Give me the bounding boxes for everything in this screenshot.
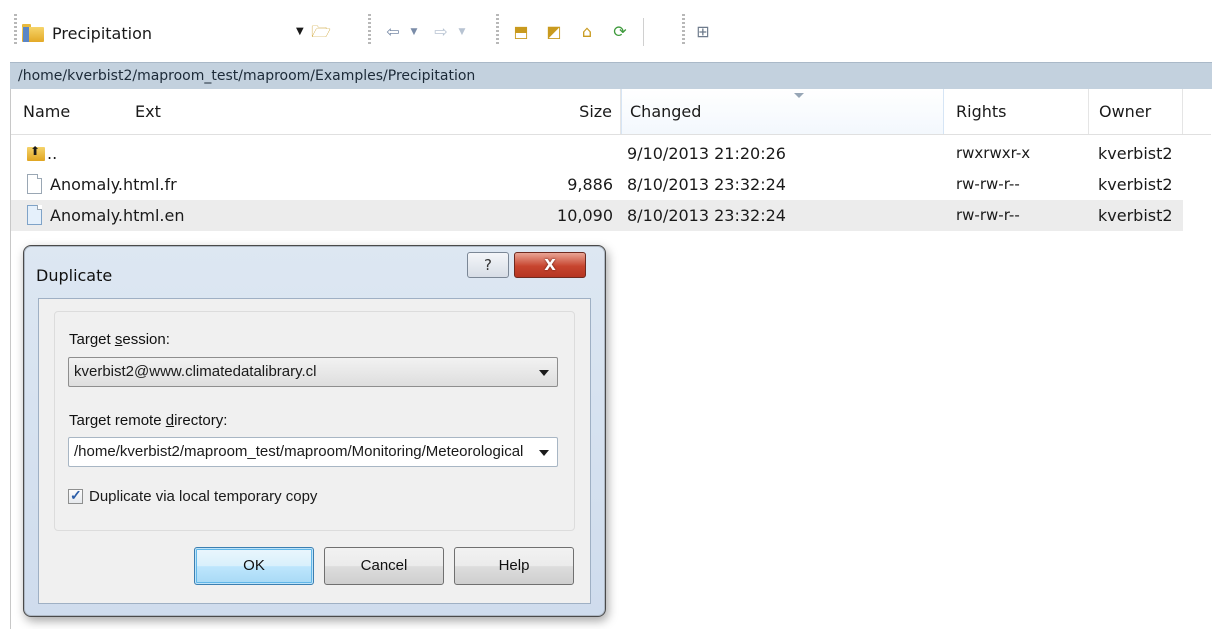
local-copy-label: Duplicate via local temporary copy xyxy=(89,487,318,505)
chevron-down-icon[interactable] xyxy=(539,370,549,376)
local-copy-checkbox[interactable] xyxy=(68,487,83,504)
file-name-cell: Anomaly.html.en xyxy=(27,200,185,231)
refresh-icon[interactable]: ⟳ xyxy=(609,22,631,42)
file-changed: 9/10/2013 21:20:26 xyxy=(627,144,786,163)
parent-folder-icon xyxy=(27,143,45,161)
duplicate-dialog: Duplicate ? X Target session: kverbist2@… xyxy=(23,245,606,617)
cancel-button[interactable]: Cancel xyxy=(324,547,444,585)
chevron-down-icon[interactable] xyxy=(539,450,549,456)
toolbar-grip-2[interactable] xyxy=(368,14,371,44)
folder-icon xyxy=(22,24,44,42)
file-changed: 8/10/2013 23:32:24 xyxy=(627,175,786,194)
file-size xyxy=(511,138,613,169)
target-directory-label: Target remote directory: xyxy=(69,412,228,429)
parent-dir-icon[interactable]: ⬒ xyxy=(510,22,532,42)
column-header-ext[interactable]: Ext xyxy=(135,89,215,134)
file-rights: rw-rw-r-- xyxy=(956,206,1020,224)
back-arrow-icon[interactable]: ⇦ xyxy=(382,22,404,42)
home-icon[interactable]: ⌂ xyxy=(576,22,598,42)
close-icon[interactable]: X xyxy=(514,252,586,278)
forward-chevron-down-icon[interactable]: ▼ xyxy=(451,22,473,42)
help-button[interactable]: Help xyxy=(454,547,574,585)
target-session-label: Target session: xyxy=(69,331,170,348)
file-icon xyxy=(27,174,42,194)
file-name: Anomaly.html.en xyxy=(50,206,185,225)
address-bar[interactable]: /home/kverbist2/maproom_test/maproom/Exa… xyxy=(10,62,1212,89)
target-session-select[interactable]: kverbist2@www.climatedatalibrary.cl xyxy=(68,357,558,387)
tree-icon[interactable]: ⊞ xyxy=(692,22,714,42)
folder-combo-label: Precipitation xyxy=(52,23,153,43)
column-header-changed[interactable]: Changed xyxy=(621,89,944,134)
target-directory-value: /home/kverbist2/maproom_test/maproom/Mon… xyxy=(74,443,524,460)
toolbar-grip-4[interactable] xyxy=(682,14,685,44)
file-name: Anomaly.html.fr xyxy=(50,175,177,194)
column-header-owner[interactable]: Owner xyxy=(1089,89,1183,134)
dialog-title: Duplicate xyxy=(36,266,113,285)
root-dir-icon[interactable]: ◩ xyxy=(543,22,565,42)
file-changed: 8/10/2013 23:32:24 xyxy=(627,206,786,225)
help-icon[interactable]: ? xyxy=(467,252,509,278)
toolbar: Precipitation ▼ 🗁 ⇦ ▼ ⇨ ▼ ⬒ ◩ ⌂ ⟳ ⊞ xyxy=(0,0,1212,64)
file-owner: kverbist2 xyxy=(1098,144,1173,163)
file-rights: rwxrwxr-x xyxy=(956,144,1031,162)
folder-combo[interactable]: Precipitation xyxy=(22,16,292,50)
file-icon xyxy=(27,205,42,225)
column-header-name[interactable]: Name xyxy=(23,89,103,134)
folder-combo-chevron-down-icon[interactable]: ▼ xyxy=(296,26,304,37)
file-size: 10,090 xyxy=(557,206,613,225)
forward-arrow-icon[interactable]: ⇨ xyxy=(430,22,452,42)
back-chevron-down-icon[interactable]: ▼ xyxy=(403,22,425,42)
file-owner: kverbist2 xyxy=(1098,175,1173,194)
file-row-anomaly-fr[interactable]: Anomaly.html.fr 9,886 8/10/2013 23:32:24… xyxy=(11,169,1183,200)
folder-open-icon[interactable]: 🗁 xyxy=(310,22,332,42)
dialog-body: Target session: kverbist2@www.climatedat… xyxy=(38,298,591,604)
file-name-cell: .. xyxy=(27,138,57,169)
file-name-cell: Anomaly.html.fr xyxy=(27,169,177,200)
toolbar-separator xyxy=(643,18,644,46)
column-header-size[interactable]: Size xyxy=(551,89,621,134)
local-copy-option[interactable]: Duplicate via local temporary copy xyxy=(68,486,317,506)
sort-descending-icon xyxy=(794,93,804,98)
target-session-value: kverbist2@www.climatedatalibrary.cl xyxy=(74,363,317,380)
file-row-anomaly-en[interactable]: Anomaly.html.en 10,090 8/10/2013 23:32:2… xyxy=(11,200,1183,231)
column-header-changed-label: Changed xyxy=(630,102,702,121)
ok-button[interactable]: OK xyxy=(194,547,314,585)
column-header-rights[interactable]: Rights xyxy=(944,89,1089,134)
file-size: 9,886 xyxy=(567,175,613,194)
file-row-parent[interactable]: .. 9/10/2013 21:20:26 rwxrwxr-x kverbist… xyxy=(11,138,1183,169)
file-rights: rw-rw-r-- xyxy=(956,175,1020,193)
file-list-header: Name Ext Size Changed Rights Owner xyxy=(11,89,1211,135)
target-directory-input[interactable]: /home/kverbist2/maproom_test/maproom/Mon… xyxy=(68,437,558,467)
file-name: .. xyxy=(47,144,58,163)
toolbar-grip[interactable] xyxy=(14,14,17,44)
toolbar-grip-3[interactable] xyxy=(496,14,499,44)
file-owner: kverbist2 xyxy=(1098,206,1173,225)
